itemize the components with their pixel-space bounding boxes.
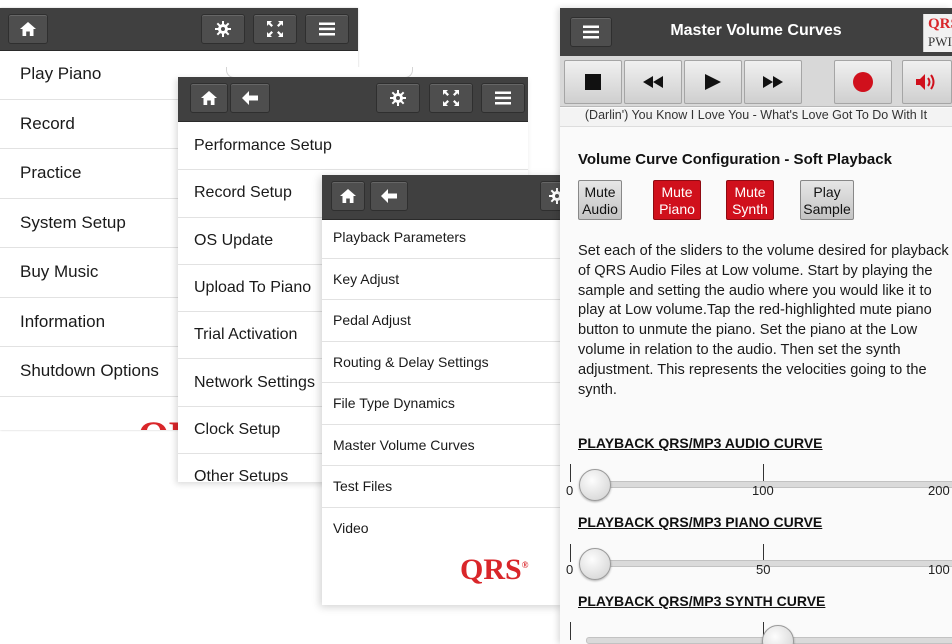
menu-button[interactable] <box>481 83 525 113</box>
audio-curve-min-label: 0 <box>566 483 574 498</box>
menu-item-key-adjust[interactable]: Key Adjust <box>322 259 564 300</box>
system-setup-toolbar <box>178 77 528 122</box>
home-button[interactable] <box>190 83 228 113</box>
menu-item-file-type-dynamics[interactable]: File Type Dynamics <box>322 383 564 425</box>
record-button[interactable] <box>834 60 892 104</box>
back-arrow-icon <box>242 91 258 105</box>
menu-item-master-volume-curves[interactable]: Master Volume Curves <box>322 425 564 466</box>
audio-curve-heading: PLAYBACK QRS/MP3 AUDIO CURVE <box>578 435 823 451</box>
piano-curve-slider-thumb[interactable] <box>579 548 611 580</box>
back-button[interactable] <box>370 181 408 211</box>
menu-item-performance-setup[interactable]: Performance Setup <box>178 123 528 171</box>
volume-toolbar: Master Volume Curves QRS PWI <box>560 8 952 57</box>
record-icon <box>853 72 873 92</box>
stop-button[interactable] <box>564 60 622 104</box>
rewind-button[interactable] <box>624 60 682 104</box>
piano-curve-tick-min <box>570 544 571 562</box>
back-arrow-icon <box>381 189 397 203</box>
settings-button[interactable] <box>376 83 420 113</box>
qrs-pwi-badge: QRS PWI <box>923 14 952 52</box>
audio-curve-tick-mid <box>763 464 764 482</box>
play-sample-button[interactable]: Play Sample <box>800 180 854 220</box>
mute-audio-button[interactable]: Mute Audio <box>578 180 622 220</box>
piano-curve-heading: PLAYBACK QRS/MP3 PIANO CURVE <box>578 514 823 530</box>
piano-curve-mid-label: 50 <box>756 562 771 577</box>
hamburger-icon <box>495 91 511 105</box>
qrs-logo-partial: QI <box>138 412 184 430</box>
synth-curve-tick-min <box>570 622 571 640</box>
gear-icon <box>215 21 231 37</box>
fullscreen-button[interactable] <box>253 14 297 44</box>
qrs-logo: QRS® <box>460 553 529 586</box>
audio-curve-tick-min <box>570 464 571 482</box>
fast-forward-icon <box>763 76 783 88</box>
main-toolbar <box>0 8 358 51</box>
menu-button[interactable] <box>305 14 349 44</box>
fullscreen-icon <box>443 90 459 106</box>
menu-item-test-files[interactable]: Test Files <box>322 466 564 508</box>
back-button[interactable] <box>230 83 270 113</box>
volume-button[interactable] <box>902 60 952 104</box>
piano-curve-max-label: 100 <box>928 562 950 577</box>
play-button[interactable] <box>684 60 742 104</box>
performance-menu-list: Playback Parameters Key Adjust Pedal Adj… <box>322 217 564 548</box>
menu-item-pedal-adjust[interactable]: Pedal Adjust <box>322 300 564 342</box>
mute-synth-button[interactable]: Mute Synth <box>726 180 774 220</box>
mute-piano-button[interactable]: Mute Piano <box>653 180 701 220</box>
fast-forward-button[interactable] <box>744 60 802 104</box>
synth-curve-heading: PLAYBACK QRS/MP3 SYNTH CURVE <box>578 593 826 609</box>
performance-toolbar <box>322 175 564 220</box>
home-button[interactable] <box>8 14 48 44</box>
rewind-icon <box>643 76 663 88</box>
home-button[interactable] <box>331 181 365 211</box>
synth-curve-slider-thumb[interactable] <box>762 625 794 644</box>
config-title: Volume Curve Configuration - Soft Playba… <box>578 151 892 168</box>
play-icon <box>705 74 721 90</box>
piano-curve-min-label: 0 <box>566 562 574 577</box>
audio-curve-max-label: 200 <box>928 483 950 498</box>
now-playing-song: (Darlin') You Know I Love You - What's L… <box>560 108 952 127</box>
home-icon <box>340 189 356 203</box>
menu-item-playback-parameters[interactable]: Playback Parameters <box>322 217 564 259</box>
instructions-text: Set each of the sliders to the volume de… <box>578 243 949 398</box>
settings-button[interactable] <box>201 14 245 44</box>
fullscreen-button[interactable] <box>429 83 473 113</box>
transport-controls <box>560 56 952 107</box>
fullscreen-icon <box>267 21 283 37</box>
gear-icon <box>390 90 406 106</box>
home-icon <box>201 91 217 105</box>
home-icon <box>20 22 36 36</box>
volume-icon <box>916 74 935 90</box>
menu-item-routing-delay[interactable]: Routing & Delay Settings <box>322 342 564 383</box>
master-volume-curves-panel: Master Volume Curves QRS PWI (Darlin') Y… <box>560 8 952 644</box>
performance-setup-panel: Playback Parameters Key Adjust Pedal Adj… <box>322 175 564 605</box>
stop-icon <box>585 74 601 90</box>
page-title: Master Volume Curves <box>670 22 842 39</box>
audio-curve-mid-label: 100 <box>752 483 774 498</box>
menu-item-video[interactable]: Video <box>322 508 564 549</box>
audio-curve-slider-thumb[interactable] <box>579 469 611 501</box>
hamburger-icon <box>319 22 335 36</box>
